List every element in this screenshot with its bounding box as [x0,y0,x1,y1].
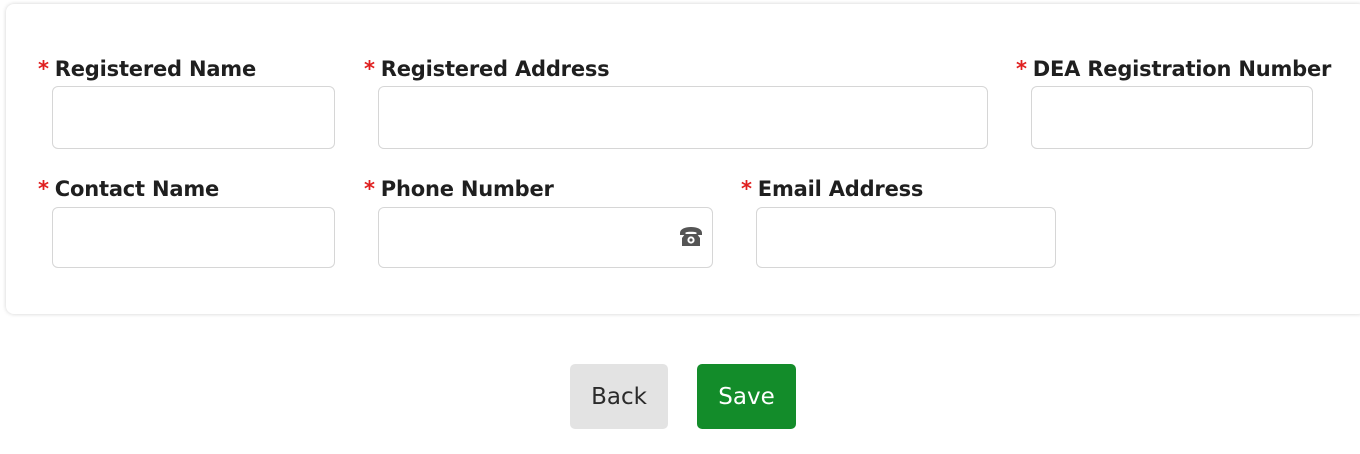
dea-number-label: * DEA Registration Number [1016,57,1331,81]
registered-name-field[interactable] [52,86,335,149]
phone-number-field[interactable] [378,207,713,268]
phone-number-input[interactable] [379,208,712,267]
registered-address-label-text: Registered Address [380,57,610,81]
email-address-input[interactable] [757,208,1055,267]
save-button[interactable]: Save [697,364,796,429]
phone-number-label: * Phone Number [364,177,554,201]
required-marker: * [364,57,375,81]
dea-number-field[interactable] [1031,86,1313,149]
email-address-label: * Email Address [741,177,923,201]
dea-number-input[interactable] [1032,87,1312,148]
registered-name-label-text: Registered Name [54,57,257,81]
contact-name-label-text: Contact Name [54,177,220,201]
registered-address-label: * Registered Address [364,57,610,81]
registered-name-label: * Registered Name [38,57,256,81]
registered-address-field[interactable] [378,86,988,149]
email-address-label-text: Email Address [757,177,924,201]
registered-name-input[interactable] [53,87,334,148]
back-button[interactable]: Back [570,364,668,429]
contact-name-field[interactable] [52,207,335,268]
registered-address-input[interactable] [379,87,987,148]
required-marker: * [38,57,49,81]
phone-number-label-text: Phone Number [380,177,554,201]
required-marker: * [38,177,49,201]
phone-icon [680,227,702,246]
contact-name-input[interactable] [53,208,334,267]
required-marker: * [1016,57,1027,81]
email-address-field[interactable] [756,207,1056,268]
required-marker: * [364,177,375,201]
contact-name-label: * Contact Name [38,177,219,201]
required-marker: * [741,177,752,201]
dea-number-label-text: DEA Registration Number [1032,57,1332,81]
